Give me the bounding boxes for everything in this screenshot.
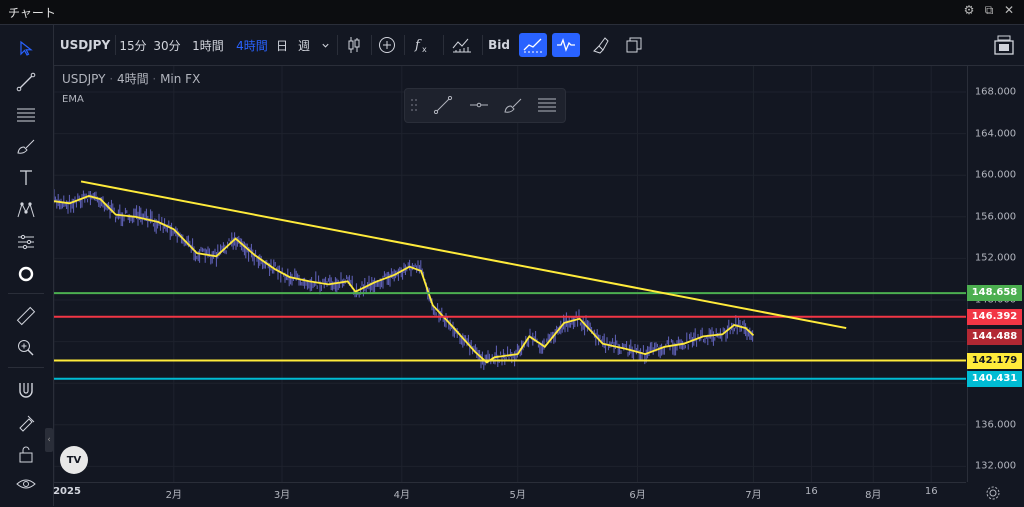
bid-button[interactable]: Bid xyxy=(486,33,512,57)
price-chart[interactable] xyxy=(54,66,966,482)
eye-icon[interactable] xyxy=(13,471,39,497)
window-titlebar: チャート ⚙ ⧉ ✕ xyxy=(0,0,1024,25)
zoom-in-icon[interactable] xyxy=(13,335,39,361)
interval-week-button[interactable]: 週 xyxy=(296,33,312,57)
toolbar-divider xyxy=(482,35,483,55)
copy-layout-icon[interactable] xyxy=(620,33,648,57)
float-brush-icon[interactable] xyxy=(499,93,527,117)
top-toolbar: USDJPY 15分 30分 1時間 4時間 日 週 fx Bid xyxy=(54,25,1024,66)
indicators-fx-icon[interactable]: fx xyxy=(408,33,438,57)
chart-settings-gear-icon[interactable] xyxy=(985,485,1001,505)
templates-icon[interactable] xyxy=(447,33,477,57)
price-label[interactable]: 146.392 xyxy=(967,308,1022,325)
price-label[interactable]: 140.431 xyxy=(967,370,1022,387)
drag-handle-icon[interactable] xyxy=(405,93,423,117)
legend-symbol: USDJPY xyxy=(62,72,106,86)
price-tick-label: 136.000 xyxy=(974,419,1017,431)
circle-tool-icon[interactable] xyxy=(13,261,39,287)
tradingview-logo: TV xyxy=(60,446,88,474)
cursor-icon[interactable] xyxy=(13,35,39,61)
price-label[interactable]: 148.658 xyxy=(967,285,1022,302)
toolbar-divider xyxy=(371,35,372,55)
time-tick-label: 7月 xyxy=(745,490,762,501)
candle-type-icon[interactable] xyxy=(342,33,366,57)
float-fib-icon[interactable] xyxy=(533,93,561,117)
interval-30m-button[interactable]: 30分 xyxy=(151,33,183,57)
legend-source: Min FX xyxy=(160,72,201,86)
price-tick-label: 152.000 xyxy=(974,252,1017,264)
fib-lines-icon[interactable] xyxy=(13,101,39,127)
lock-drawing-icon[interactable] xyxy=(13,409,39,435)
interval-1h-button[interactable]: 1時間 xyxy=(188,33,228,57)
price-tick-label: 164.000 xyxy=(974,128,1017,140)
time-tick-label: 4月 xyxy=(393,490,410,501)
chart-legend: USDJPY · 4時間 · Min FX xyxy=(62,72,201,86)
window-title: チャート xyxy=(8,6,56,20)
ruler-icon[interactable] xyxy=(13,303,39,329)
time-tick-label: 3月 xyxy=(273,490,291,501)
toolbar-divider xyxy=(443,35,444,55)
price-tick-label: 132.000 xyxy=(974,460,1017,472)
toolbar-divider xyxy=(404,35,405,55)
line-chart-icon[interactable] xyxy=(519,33,547,57)
clear-drawings-icon[interactable] xyxy=(586,33,614,57)
price-tick-label: 160.000 xyxy=(974,169,1017,181)
price-tick-label: 156.000 xyxy=(974,211,1017,223)
prediction-tool-icon[interactable] xyxy=(13,229,39,255)
pattern-tool-icon[interactable] xyxy=(13,197,39,223)
chart-grid xyxy=(54,66,966,482)
collapse-toolbar-handle[interactable]: ‹ xyxy=(45,428,53,452)
time-tick-label: 2月 xyxy=(165,490,182,501)
interval-dropdown-icon[interactable] xyxy=(318,33,332,57)
time-tick-label: 16 xyxy=(805,486,818,497)
price-label[interactable]: 142.179 xyxy=(967,352,1022,369)
floating-drawing-toolbar xyxy=(404,88,566,123)
compare-add-icon[interactable] xyxy=(375,33,399,57)
time-tick-label: 16 xyxy=(924,486,938,497)
text-tool-icon[interactable] xyxy=(13,165,39,191)
symbol-search-button[interactable]: USDJPY xyxy=(60,33,110,57)
brush-tool-icon[interactable] xyxy=(13,133,39,159)
interval-day-button[interactable]: 日 xyxy=(274,33,290,57)
time-tick-label: 2025 xyxy=(53,486,81,497)
indicator-legend[interactable]: EMA xyxy=(62,94,84,105)
trendline-tool-icon[interactable] xyxy=(13,69,39,95)
float-trendline-icon[interactable] xyxy=(429,93,457,117)
price-tick-label: 168.000 xyxy=(974,86,1017,98)
interval-15m-button[interactable]: 15分 xyxy=(118,33,148,57)
time-tick-label: 8月 xyxy=(865,490,882,501)
toolbar-divider xyxy=(8,293,44,294)
toolbar-divider xyxy=(337,35,338,55)
magnet-icon[interactable] xyxy=(13,377,39,403)
layout-select-icon[interactable] xyxy=(990,33,1018,57)
price-label[interactable]: 144.488 xyxy=(967,328,1022,345)
settings-icon[interactable]: ⚙ xyxy=(962,3,976,18)
float-hline-icon[interactable] xyxy=(465,93,493,117)
svg-text:f: f xyxy=(414,38,422,53)
legend-interval: 4時間 xyxy=(116,72,149,86)
close-icon[interactable]: ✕ xyxy=(1002,3,1016,18)
unlock-icon[interactable] xyxy=(13,441,39,467)
toolbar-divider xyxy=(115,35,116,55)
time-tick-label: 5月 xyxy=(509,490,526,501)
horizontal-lines xyxy=(54,292,966,380)
pulse-chart-icon[interactable] xyxy=(552,33,580,57)
time-tick-label: 6月 xyxy=(629,490,646,501)
svg-text:x: x xyxy=(422,45,427,54)
interval-4h-button[interactable]: 4時間 xyxy=(232,33,272,57)
popout-icon[interactable]: ⧉ xyxy=(982,3,996,18)
toolbar-divider xyxy=(8,367,44,368)
